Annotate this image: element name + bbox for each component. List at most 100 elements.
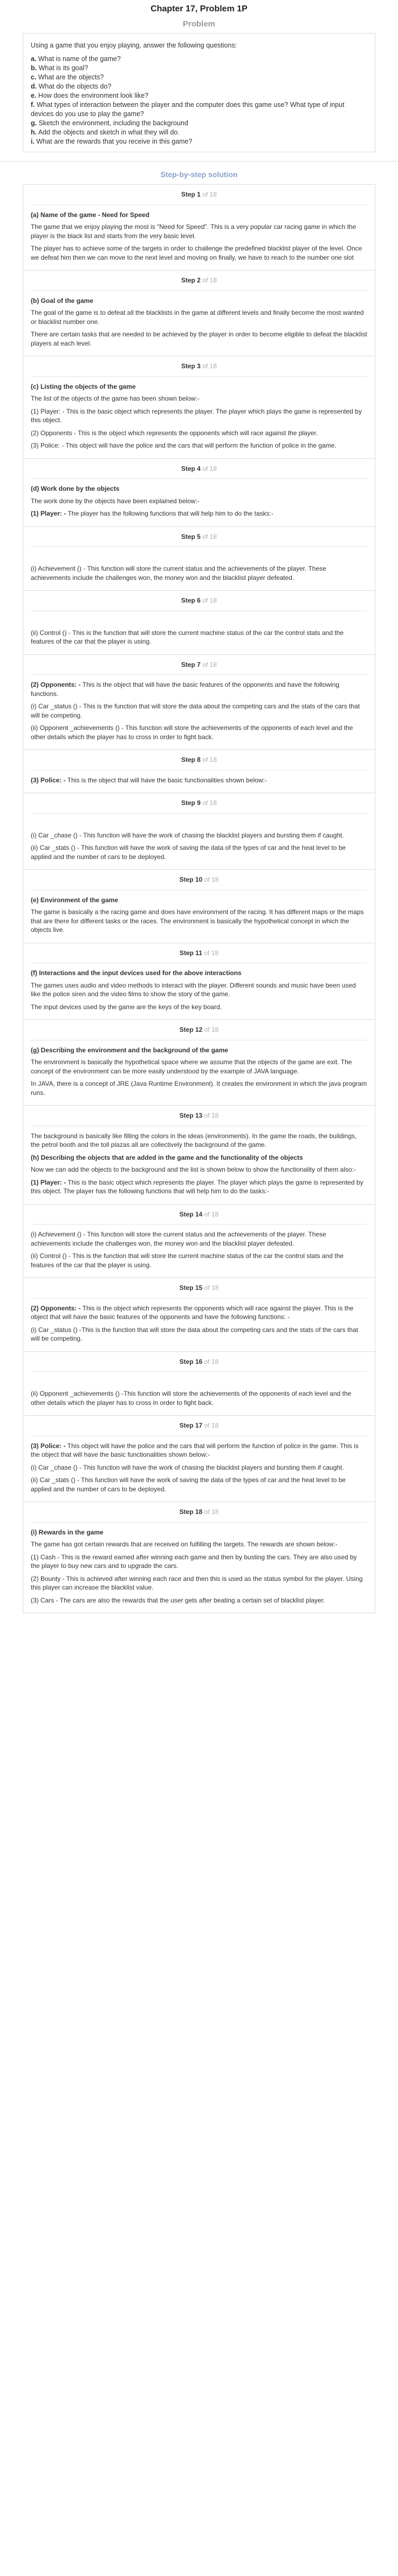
step-label: Step 8 xyxy=(181,756,201,763)
step-paragraph-text: This object will have the police and the… xyxy=(31,1442,359,1459)
step-heading: (h) Describing the objects that are adde… xyxy=(31,1153,303,1161)
step-rule xyxy=(31,376,367,377)
step-rule xyxy=(31,1297,367,1299)
step-card: Step 3 of 18 (c) Listing the objects of t… xyxy=(23,356,375,459)
question-letter: b. xyxy=(31,64,37,72)
question-letter: c. xyxy=(31,73,37,81)
question-text: How does the environment look like? xyxy=(36,92,149,99)
step-paragraph: (i) Achievement () - This function will … xyxy=(31,565,326,582)
question-text: What types of interaction between the pl… xyxy=(31,101,345,118)
step-paragraph: (ii) Car _stats () - This function will … xyxy=(31,1476,346,1493)
step-paragraph: (3) Police: - This object will have the … xyxy=(31,442,337,449)
step-card: Step 12 of 18 (g) Describing the environm… xyxy=(23,1020,375,1106)
step-paragraph-lead: (2) Opponents: - xyxy=(31,1304,81,1312)
step-title: Step 1 of 18 xyxy=(31,190,367,199)
step-heading: (f) Interactions and the input devices u… xyxy=(31,969,242,977)
question-letter: a. xyxy=(31,55,37,63)
step-count: of 18 xyxy=(200,597,217,604)
step-paragraph: (ii) Car _stats () - This function will … xyxy=(31,844,346,861)
problem-heading: Problem xyxy=(182,19,215,29)
step-title: Step 6 of 18 xyxy=(31,596,367,605)
step-count: of 18 xyxy=(200,362,217,370)
step-paragraph: (i) Car _status () - This is the functio… xyxy=(31,702,360,719)
step-card: Step 5 of 18 (i) Achievement () - This fu… xyxy=(23,527,375,591)
step-paragraph: (ii) Control () - This is the function t… xyxy=(31,1252,344,1269)
step-label: Step 14 xyxy=(179,1210,203,1218)
question-text: What is name of the game? xyxy=(36,55,121,63)
question-item: a. What is name of the game? xyxy=(31,55,367,64)
step-paragraph: (1) Player: - This is the basic object w… xyxy=(31,407,362,424)
question-letter: d. xyxy=(31,83,37,90)
step-paragraph: The game is basically a the racing game … xyxy=(31,908,364,934)
step-card: Step 14 of 18 (i) Achievement () - This f… xyxy=(23,1205,375,1278)
step-card: Step 13 of 18 The background is basically… xyxy=(23,1106,375,1205)
step-label: Step 15 xyxy=(179,1284,203,1292)
step-count: of 18 xyxy=(200,532,217,540)
question-list: a. What is name of the game? b. What is i… xyxy=(31,55,367,146)
question-letter: g. xyxy=(31,119,37,127)
step-paragraph: In JAVA, there is a concept of JRE (Java… xyxy=(31,1080,367,1097)
step-paragraph-lead: (1) Player: - xyxy=(31,1178,66,1186)
step-rule xyxy=(31,478,367,479)
step-card: Step 17 of 18 (3) Police: - This object w… xyxy=(23,1416,375,1502)
step-card: Step 18 of 18 (i) Rewards in the game The … xyxy=(23,1502,375,1613)
problem-intro: Using a game that you enjoy playing, ans… xyxy=(31,42,237,49)
step-paragraph: The game has got certain rewards that ar… xyxy=(31,1540,338,1548)
question-letter: h. xyxy=(31,129,37,136)
step-paragraph-lead: (3) Police: - xyxy=(31,1442,66,1450)
step-count: of 18 xyxy=(202,1284,219,1292)
page: Chapter 17, Problem 1P Problem Using a g… xyxy=(0,0,398,1613)
step-count: of 18 xyxy=(200,276,217,284)
step-label: Step 10 xyxy=(179,876,203,883)
step-paragraph: (2) Bounty - This is achieved after winn… xyxy=(31,1574,363,1592)
question-text: What are the rewards that you receive in… xyxy=(34,138,193,145)
question-item: e. How does the environment look like? xyxy=(31,91,367,100)
step-paragraph: (i) Car _chase () - This function will h… xyxy=(31,1463,344,1471)
step-count: of 18 xyxy=(202,876,219,883)
step-paragraph: (1) Player: - The player has the followi… xyxy=(31,509,367,518)
step-rule xyxy=(31,1522,367,1523)
question-item: c. What are the objects? xyxy=(31,73,367,82)
step-label: Step 13 xyxy=(179,1112,203,1119)
solution-heading: Step-by-step solution xyxy=(160,170,238,179)
step-count: of 18 xyxy=(200,660,217,668)
step-paragraph-text: This is the object that will have the ba… xyxy=(65,776,267,784)
step-card: Step 4 of 18 (d) Work done by the objects… xyxy=(23,459,375,527)
step-count: of 18 xyxy=(202,1210,219,1218)
step-label: Step 6 xyxy=(181,597,201,604)
step-paragraph: Now we can add the objects to the backgr… xyxy=(31,1166,356,1173)
question-text: What is its goal? xyxy=(37,64,88,72)
step-paragraph: (1) Player: - This is the basic object w… xyxy=(31,1178,367,1196)
step-card: Step 10 of 18 (e) Environment of the game… xyxy=(23,870,375,943)
step-paragraph: The input devices used by the game are t… xyxy=(31,1003,222,1011)
step-count: of 18 xyxy=(202,1026,219,1033)
step-paragraph: (i) Car _chase () - This function will h… xyxy=(31,831,344,839)
step-title: Step 12 of 18 xyxy=(31,1025,367,1035)
page-title: Chapter 17, Problem 1P xyxy=(150,4,248,13)
step-spacer xyxy=(31,819,367,831)
step-rule xyxy=(31,546,367,547)
step-paragraph: The work done by the objects have been e… xyxy=(31,497,200,505)
step-spacer xyxy=(31,617,367,628)
step-label: Step 5 xyxy=(181,532,201,540)
step-paragraph: (3) Police: - This is the object that wi… xyxy=(31,776,367,785)
question-letter: i. xyxy=(31,138,35,145)
problem-card: Using a game that you enjoy playing, ans… xyxy=(23,33,375,152)
step-title: Step 8 of 18 xyxy=(31,755,367,765)
step-paragraph: The environment is basically the hypothe… xyxy=(31,1058,352,1075)
step-paragraph: The background is basically like filling… xyxy=(31,1132,357,1149)
step-paragraph-text: This is the basic object which represent… xyxy=(31,1178,363,1195)
step-title: Step 13 of 18 xyxy=(31,1111,367,1120)
step-count: of 18 xyxy=(200,191,217,198)
step-card: Step 8 of 18 (3) Police: - This is the ob… xyxy=(23,750,375,793)
step-paragraph: The list of the objects of the game has … xyxy=(31,395,200,402)
step-paragraph-lead: (3) Police: - xyxy=(31,776,66,784)
step-title: Step 17 of 18 xyxy=(31,1421,367,1430)
step-paragraph: (ii) Opponent _achievements () -This fun… xyxy=(31,1390,352,1407)
step-count: of 18 xyxy=(200,799,217,807)
step-paragraph: (2) Opponents - This is the object which… xyxy=(31,429,318,437)
question-item: g. Sketch the environment, including the… xyxy=(31,119,367,128)
step-paragraph: There are certain tasks that are needed … xyxy=(31,330,367,347)
step-count: of 18 xyxy=(200,756,217,763)
step-paragraph: (2) Opponents: - This is the object that… xyxy=(31,680,367,698)
